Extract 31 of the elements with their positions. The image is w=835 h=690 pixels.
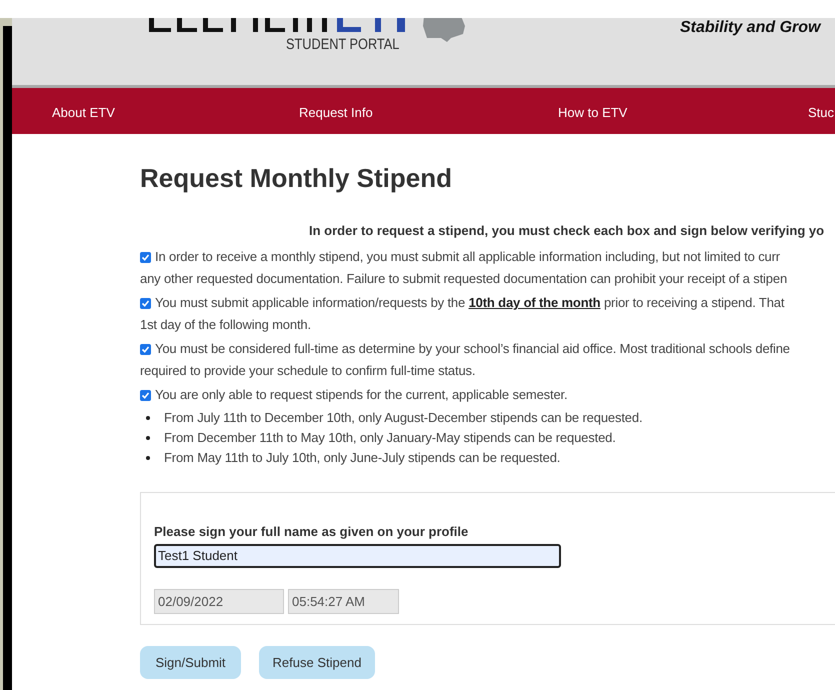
agreement-text: 1st day of the following month. (140, 316, 311, 334)
rule-text: From July 11th to December 10th, only August-December stipends can be requested. (164, 409, 642, 427)
nav-link[interactable]: Request Info (299, 103, 373, 122)
refuse-button[interactable]: Refuse Stipend (259, 646, 375, 679)
bullet-icon (146, 416, 150, 420)
agreement-text: You must submit applicable information/requests by the 10th day of the month prior to receiving a stipend. That (155, 294, 784, 312)
bullet-icon (146, 456, 150, 460)
time-field: 05:54:27 AM (288, 588, 399, 614)
signature-field[interactable]: Test1 Student (154, 544, 561, 568)
submit-button[interactable]: Sign/Submit (140, 646, 241, 679)
rule-text: From December 11th to May 10th, only January-May stipends can be requested. (164, 429, 616, 447)
tagline: Stability and Grow (680, 18, 820, 38)
checkbox[interactable] (140, 344, 151, 354)
checkbox[interactable] (140, 252, 151, 262)
logo-subtitle: STUDENT PORTAL (286, 35, 400, 55)
checkbox[interactable] (140, 298, 151, 308)
bullet-icon (146, 436, 150, 440)
agreement-text: required to provide your schedule to confirm full-time status. (140, 362, 476, 380)
agreement-text: any other requested documentation. Failure to submit requested documentation can prohibit your receipt of a stipen (140, 270, 788, 288)
checkbox[interactable] (140, 390, 151, 400)
nav-link[interactable]: How to ETV (558, 103, 628, 122)
intro-text: In order to request a stipend, you must check each box and sign below verifying yo (309, 222, 826, 240)
signature-label: Please sign your full name as given on your profile (154, 523, 470, 541)
nav-link[interactable]: Stuc (808, 103, 834, 122)
agreement-text: In order to receive a monthly stipend, you must submit all applicable information including, but not limited to curr (155, 248, 780, 266)
page-title: Request Monthly Stipend (140, 162, 453, 194)
rule-text: From May 11th to July 10th, only June-July stipends can be requested. (164, 449, 560, 467)
agreement-text: You must be considered full-time as determine by your school’s financial aid office. Most traditional schools define (155, 340, 790, 358)
nav-link[interactable]: About ETV (52, 103, 115, 122)
date-field: 02/09/2022 (154, 588, 284, 614)
agreement-text: You are only able to request stipends for the current, applicable semester. (155, 386, 568, 404)
